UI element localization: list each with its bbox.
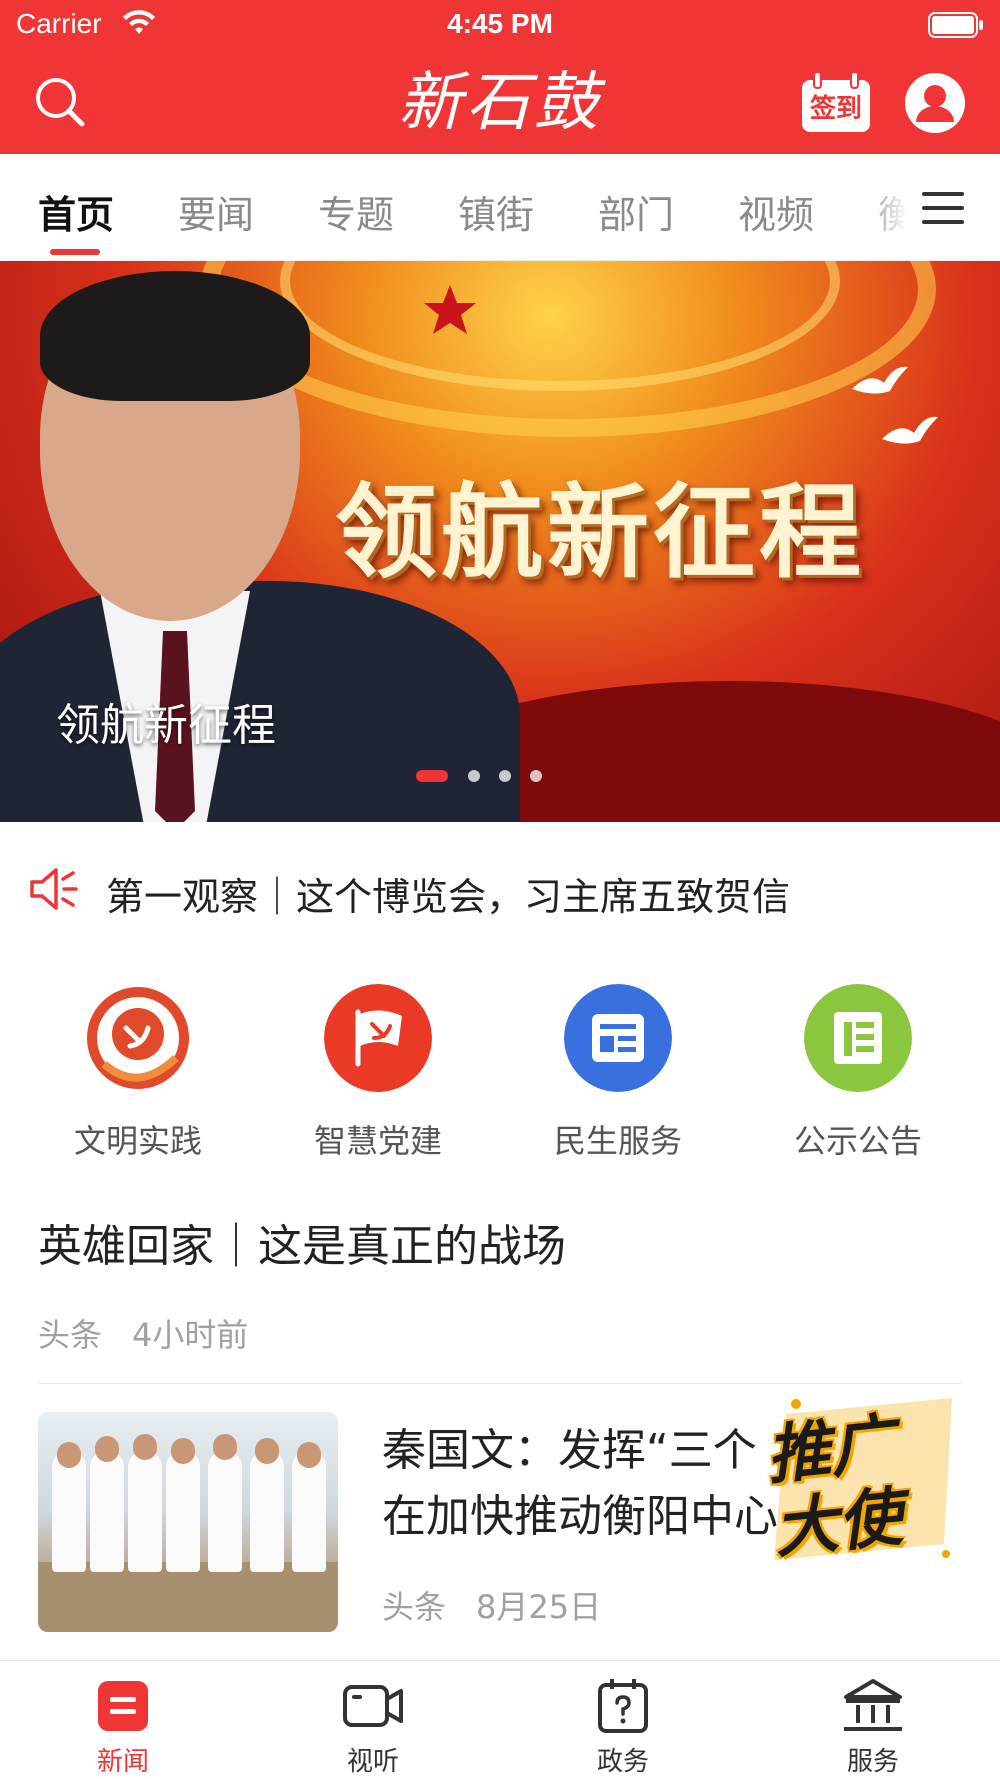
banner-caption: 领航新征程 [56,700,276,751]
banner-headline: 领航新征程 [335,474,865,593]
carousel-dot[interactable] [468,770,480,782]
thumbnail-person [90,1452,124,1572]
speaker-icon [30,868,78,910]
channel-tabs: 首页 要闻 专题 镇街 部门 视频 衡 [0,154,1000,261]
active-tab-indicator [50,249,100,255]
news-card-icon [564,984,672,1092]
article-source: 头条 [382,1588,447,1626]
tab-home[interactable]: 首页 [38,184,114,239]
tab-topics[interactable]: 专题 [318,184,394,239]
app-header: Carrier 4:45 PM 新石鼓 签到 [0,0,1000,154]
article-time: 4小时前 [132,1316,249,1354]
government-affairs-icon [598,1679,648,1733]
thumbnail-person [128,1452,162,1572]
service-label: 智慧党建 [313,1122,442,1160]
nav-label: 服务 [846,1747,899,1777]
nav-label: 政务 [596,1747,649,1777]
thumbnail-person [133,1434,157,1460]
search-icon[interactable] [34,76,86,128]
service-label: 民生服务 [553,1122,682,1160]
tab-video[interactable]: 视频 [738,184,814,239]
banner-person-hair [40,271,310,401]
tab-departments[interactable]: 部门 [598,184,674,239]
nav-news[interactable]: 新闻 [48,1677,198,1778]
video-icon [343,1685,403,1727]
news-ticker-text[interactable]: 第一观察｜这个博览会，习主席五致贺信 [106,866,790,921]
hero-banner[interactable]: 领航新征程 领航新征程 [0,261,1000,822]
notice-icon [804,984,912,1092]
article-time: 8月25日 [476,1588,602,1626]
tab-overflow-fade [860,154,920,258]
thumbnail-person [166,1452,200,1572]
battery-icon [928,12,983,38]
app-logo-text: 新石鼓 [398,66,602,140]
thumbnail-person [292,1452,326,1572]
nav-media[interactable]: 视听 [298,1677,448,1778]
article-thumbnail[interactable] [38,1412,338,1632]
menu-icon[interactable] [920,188,966,228]
news-icon [98,1681,148,1731]
status-bar: Carrier 4:45 PM [0,0,1000,48]
nav-label: 视听 [346,1747,399,1777]
carousel-dot[interactable] [499,770,511,782]
tab-headlines[interactable]: 要闻 [178,184,254,239]
carousel-dot-active[interactable] [416,770,448,782]
service-smart-party-building[interactable]: 智慧党建 [288,984,468,1162]
service-hall-icon [844,1679,902,1731]
thumbnail-person [52,1452,86,1572]
promo-ambassador-badge[interactable]: 推广大使 [763,1400,967,1568]
status-time: 4:45 PM [447,8,553,39]
civilization-practice-icon [87,987,189,1089]
service-civilization-practice[interactable]: 文明实践 [48,984,228,1162]
carousel-indicator [416,770,616,782]
party-flag-icon [324,984,432,1092]
thumbnail-person [213,1434,237,1460]
tab-towns[interactable]: 镇街 [458,184,534,239]
bottom-tab-bar: 新闻 视听 政务 服务 [0,1660,1000,1779]
thumbnail-model-table [38,1562,338,1632]
article-title[interactable]: 英雄回家｜这是真正的战场 [38,1210,566,1274]
service-public-notice[interactable]: 公示公告 [768,984,948,1162]
service-label: 文明实践 [73,1122,202,1160]
article-divider [38,1383,962,1384]
nav-services[interactable]: 服务 [798,1677,948,1778]
thumbnail-person [95,1436,119,1462]
article-source: 头条 [38,1316,103,1354]
nav-label: 新闻 [96,1747,149,1777]
thumbnail-person [208,1452,242,1572]
service-livelihood[interactable]: 民生服务 [528,984,708,1162]
thumbnail-person [255,1438,279,1464]
app-logo: 新石鼓 [360,58,640,148]
thumbnail-person [57,1442,81,1468]
thumbnail-person [297,1442,321,1468]
dove-icon [852,366,908,394]
carousel-dot[interactable] [530,770,542,782]
thumbnail-person [171,1438,195,1464]
user-profile-icon[interactable] [904,72,966,134]
dove-icon [882,416,938,444]
signin-button-label[interactable]: 签到 [804,88,868,125]
service-label: 公示公告 [793,1122,922,1160]
nav-government[interactable]: 政务 [548,1677,698,1778]
thumbnail-person [250,1452,284,1572]
star-emblem-icon [424,285,476,334]
